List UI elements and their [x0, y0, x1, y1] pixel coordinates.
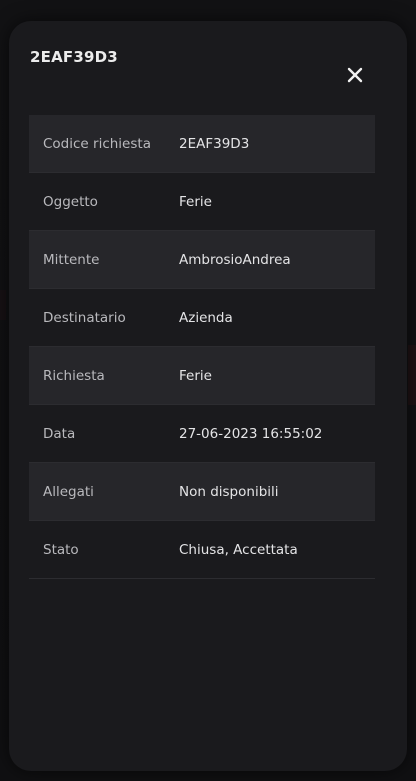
detail-label: Allegati: [43, 483, 94, 500]
detail-value: Azienda: [179, 309, 233, 326]
detail-row-allegati: Allegati Non disponibili: [29, 463, 375, 521]
detail-value: Ferie: [179, 367, 212, 384]
detail-value: Non disponibili: [179, 483, 279, 500]
detail-value: AmbrosioAndrea: [179, 251, 291, 268]
close-icon: [347, 67, 363, 83]
close-button[interactable]: [340, 60, 370, 90]
detail-label: Oggetto: [43, 193, 98, 210]
modal-title: 2EAF39D3: [30, 48, 118, 66]
background-page-hint: [0, 290, 6, 320]
detail-row-destinatario: Destinatario Azienda: [29, 289, 375, 347]
background-page-hint: [408, 345, 416, 405]
detail-label: Richiesta: [43, 367, 105, 384]
detail-row-codice-richiesta: Codice richiesta 2EAF39D3: [29, 115, 375, 173]
detail-value: 27-06-2023 16:55:02: [179, 425, 323, 442]
detail-row-data: Data 27-06-2023 16:55:02: [29, 405, 375, 463]
detail-label: Destinatario: [43, 309, 126, 326]
detail-label: Stato: [43, 541, 79, 558]
detail-row-stato: Stato Chiusa, Accettata: [29, 521, 375, 579]
request-details-table: Codice richiesta 2EAF39D3 Oggetto Ferie …: [29, 115, 375, 579]
detail-value: Ferie: [179, 193, 212, 210]
detail-row-oggetto: Oggetto Ferie: [29, 173, 375, 231]
detail-label: Data: [43, 425, 76, 442]
detail-value: 2EAF39D3: [179, 135, 250, 152]
detail-label: Mittente: [43, 251, 100, 268]
detail-row-richiesta: Richiesta Ferie: [29, 347, 375, 405]
detail-label: Codice richiesta: [43, 135, 151, 152]
detail-row-mittente: Mittente AmbrosioAndrea: [29, 231, 375, 289]
detail-value: Chiusa, Accettata: [179, 541, 298, 558]
